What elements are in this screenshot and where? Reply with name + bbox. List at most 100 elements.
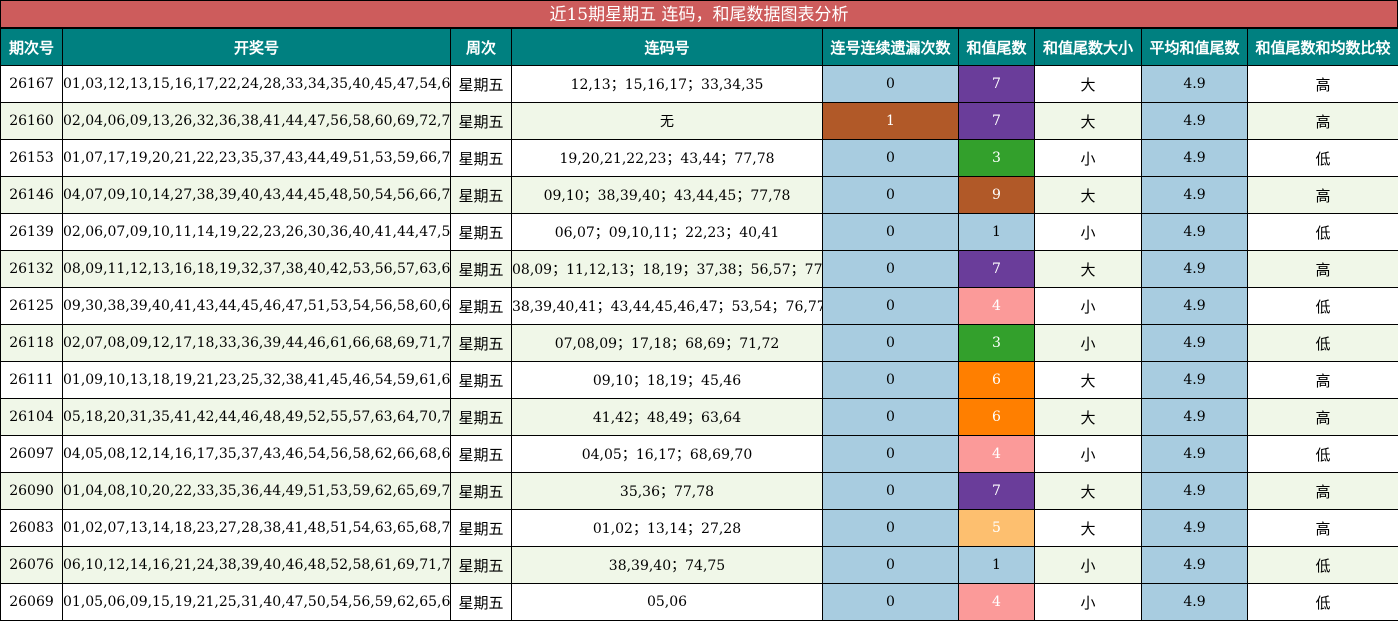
cell-size: 小 xyxy=(1035,214,1142,251)
table-row: 2616701,03,12,13,15,16,17,22,24,28,33,34… xyxy=(1,66,1398,103)
cell-tail: 4 xyxy=(959,436,1035,473)
cell-miss: 0 xyxy=(823,473,959,510)
header-consecutive: 连码号 xyxy=(512,29,823,66)
cell-avg: 4.9 xyxy=(1142,103,1248,140)
cell-miss: 0 xyxy=(823,140,959,177)
cell-numbers: 06,10,12,14,16,21,24,38,39,40,46,48,52,5… xyxy=(63,547,451,584)
table-row: 2613902,06,07,09,10,11,14,19,22,23,26,30… xyxy=(1,214,1398,251)
cell-avg: 4.9 xyxy=(1142,510,1248,547)
cell-compare: 高 xyxy=(1248,177,1398,214)
table-row: 2611802,07,08,09,12,17,18,33,36,39,44,46… xyxy=(1,325,1398,362)
cell-period: 26125 xyxy=(1,288,63,325)
cell-numbers: 04,05,08,12,14,16,17,35,37,43,46,54,56,5… xyxy=(63,436,451,473)
cell-weekday: 星期五 xyxy=(451,103,512,140)
cell-period: 26146 xyxy=(1,177,63,214)
cell-consecutive: 06,07；09,10,11；22,23；40,41 xyxy=(512,214,823,251)
table-row: 2612509,30,38,39,40,41,43,44,45,46,47,51… xyxy=(1,288,1398,325)
cell-tail: 6 xyxy=(959,362,1035,399)
cell-tail: 4 xyxy=(959,584,1035,621)
cell-consecutive: 09,10；38,39,40；43,44,45；77,78 xyxy=(512,177,823,214)
cell-tail: 7 xyxy=(959,66,1035,103)
cell-avg: 4.9 xyxy=(1142,140,1248,177)
cell-tail: 9 xyxy=(959,177,1035,214)
cell-consecutive: 19,20,21,22,23；43,44；77,78 xyxy=(512,140,823,177)
cell-size: 小 xyxy=(1035,288,1142,325)
cell-numbers: 05,18,20,31,35,41,42,44,46,48,49,52,55,5… xyxy=(63,399,451,436)
cell-period: 26167 xyxy=(1,66,63,103)
header-numbers: 开奖号 xyxy=(63,29,451,66)
cell-compare: 低 xyxy=(1248,436,1398,473)
cell-consecutive: 05,06 xyxy=(512,584,823,621)
cell-compare: 低 xyxy=(1248,584,1398,621)
cell-avg: 4.9 xyxy=(1142,214,1248,251)
cell-period: 26111 xyxy=(1,362,63,399)
cell-weekday: 星期五 xyxy=(451,140,512,177)
cell-avg: 4.9 xyxy=(1142,177,1248,214)
cell-numbers: 02,07,08,09,12,17,18,33,36,39,44,46,61,6… xyxy=(63,325,451,362)
cell-weekday: 星期五 xyxy=(451,214,512,251)
cell-size: 大 xyxy=(1035,251,1142,288)
table-header: 期次号 开奖号 周次 连码号 连号连续遗漏次数 和值尾数 和值尾数大小 平均和值… xyxy=(1,29,1398,66)
cell-miss: 0 xyxy=(823,584,959,621)
header-tail: 和值尾数 xyxy=(959,29,1035,66)
header-weekday: 周次 xyxy=(451,29,512,66)
cell-numbers: 01,02,07,13,14,18,23,27,28,38,41,48,51,5… xyxy=(63,510,451,547)
cell-tail: 5 xyxy=(959,510,1035,547)
cell-compare: 高 xyxy=(1248,362,1398,399)
cell-size: 小 xyxy=(1035,140,1142,177)
header-avg: 平均和值尾数 xyxy=(1142,29,1248,66)
cell-numbers: 08,09,11,12,13,16,18,19,32,37,38,40,42,5… xyxy=(63,251,451,288)
cell-compare: 高 xyxy=(1248,251,1398,288)
table-row: 2613208,09,11,12,13,16,18,19,32,37,38,40… xyxy=(1,251,1398,288)
cell-size: 大 xyxy=(1035,510,1142,547)
cell-weekday: 星期五 xyxy=(451,436,512,473)
analysis-page: 近15期星期五 连码，和尾数据图表分析 期次号 开奖号 周次 连码号 连号连续遗… xyxy=(0,0,1398,620)
table-row: 2607606,10,12,14,16,21,24,38,39,40,46,48… xyxy=(1,547,1398,584)
cell-tail: 4 xyxy=(959,288,1035,325)
table-row: 2614604,07,09,10,14,27,38,39,40,43,44,45… xyxy=(1,177,1398,214)
cell-tail: 3 xyxy=(959,140,1035,177)
table-row: 2615301,07,17,19,20,21,22,23,35,37,43,44… xyxy=(1,140,1398,177)
cell-avg: 4.9 xyxy=(1142,362,1248,399)
page-title: 近15期星期五 连码，和尾数据图表分析 xyxy=(0,0,1398,28)
cell-numbers: 01,04,08,10,20,22,33,35,36,44,49,51,53,5… xyxy=(63,473,451,510)
cell-numbers: 09,30,38,39,40,41,43,44,45,46,47,51,53,5… xyxy=(63,288,451,325)
cell-consecutive: 无 xyxy=(512,103,823,140)
cell-miss: 0 xyxy=(823,510,959,547)
cell-size: 小 xyxy=(1035,584,1142,621)
cell-consecutive: 35,36；77,78 xyxy=(512,473,823,510)
cell-miss: 0 xyxy=(823,325,959,362)
cell-miss: 0 xyxy=(823,66,959,103)
cell-period: 26083 xyxy=(1,510,63,547)
cell-weekday: 星期五 xyxy=(451,325,512,362)
cell-weekday: 星期五 xyxy=(451,288,512,325)
cell-period: 26139 xyxy=(1,214,63,251)
cell-size: 小 xyxy=(1035,436,1142,473)
cell-tail: 1 xyxy=(959,214,1035,251)
cell-miss: 0 xyxy=(823,214,959,251)
cell-compare: 低 xyxy=(1248,214,1398,251)
table-row: 2609704,05,08,12,14,16,17,35,37,43,46,54… xyxy=(1,436,1398,473)
cell-period: 26118 xyxy=(1,325,63,362)
cell-numbers: 01,03,12,13,15,16,17,22,24,28,33,34,35,4… xyxy=(63,66,451,103)
cell-consecutive: 09,10；18,19；45,46 xyxy=(512,362,823,399)
cell-avg: 4.9 xyxy=(1142,325,1248,362)
table-row: 2608301,02,07,13,14,18,23,27,28,38,41,48… xyxy=(1,510,1398,547)
cell-size: 大 xyxy=(1035,399,1142,436)
table-row: 2606901,05,06,09,15,19,21,25,31,40,47,50… xyxy=(1,584,1398,621)
cell-size: 小 xyxy=(1035,325,1142,362)
cell-consecutive: 38,39,40；74,75 xyxy=(512,547,823,584)
cell-compare: 低 xyxy=(1248,547,1398,584)
cell-compare: 低 xyxy=(1248,325,1398,362)
cell-compare: 高 xyxy=(1248,399,1398,436)
cell-avg: 4.9 xyxy=(1142,473,1248,510)
cell-period: 26132 xyxy=(1,251,63,288)
cell-size: 大 xyxy=(1035,362,1142,399)
cell-period: 26160 xyxy=(1,103,63,140)
cell-consecutive: 07,08,09；17,18；68,69；71,72 xyxy=(512,325,823,362)
cell-tail: 7 xyxy=(959,473,1035,510)
cell-avg: 4.9 xyxy=(1142,547,1248,584)
header-row: 期次号 开奖号 周次 连码号 连号连续遗漏次数 和值尾数 和值尾数大小 平均和值… xyxy=(1,29,1398,66)
cell-period: 26076 xyxy=(1,547,63,584)
header-period: 期次号 xyxy=(1,29,63,66)
